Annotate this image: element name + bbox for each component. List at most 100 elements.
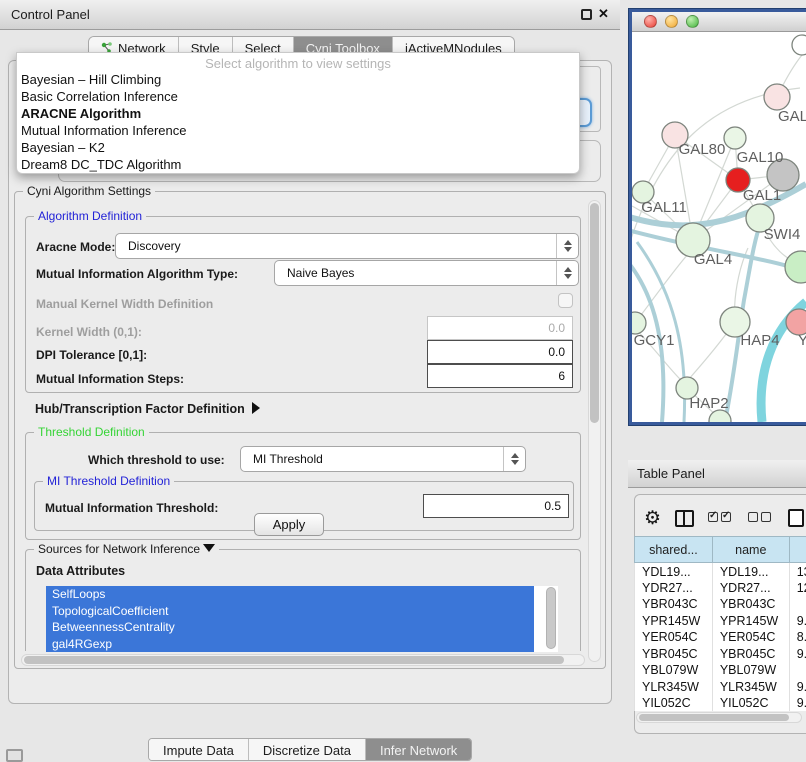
mi-steps-label: Mutual Information Steps:: [36, 372, 184, 386]
network-canvas[interactable]: GALGAL80GAL10GAL1GAL11SWI4GAL4GCY1HAP4YH…: [632, 32, 806, 422]
algorithm-option[interactable]: Bayesian – Hill Climbing: [17, 71, 579, 88]
network-node[interactable]: [792, 35, 806, 55]
algorithm-option[interactable]: ARACNE Algorithm: [17, 105, 579, 122]
unchecked-pair-icon[interactable]: [748, 509, 774, 527]
close-icon[interactable]: ✕: [598, 6, 609, 22]
manual-kernel-width-label: Manual Kernel Width Definition: [36, 297, 213, 311]
table-panel-toolbar: ⚙: [644, 504, 804, 532]
network-node[interactable]: [724, 127, 746, 149]
network-node[interactable]: [632, 312, 646, 334]
network-node-label: HAP2: [689, 395, 728, 412]
checked-pair-icon[interactable]: [708, 509, 734, 527]
sources-group-title[interactable]: Sources for Network Inference: [34, 542, 219, 556]
table-row[interactable]: YPR145WYPR145W9.: [635, 612, 806, 629]
algorithm-definition-title: Algorithm Definition: [34, 209, 146, 223]
table-row[interactable]: YBR045CYBR045C9.: [635, 645, 806, 662]
table-row[interactable]: YLR345WYLR345W9.: [635, 678, 806, 695]
algorithm-option[interactable]: Bayesian – K2: [17, 139, 579, 156]
table-cell: YIL052C: [712, 695, 789, 712]
network-node-label: GAL10: [737, 149, 784, 166]
node-attribute-table: shared...name YDL19...YDL19...13YDR27...…: [634, 536, 806, 711]
zoom-traffic-light-icon[interactable]: [686, 15, 699, 28]
table-cell: YDR27...: [712, 579, 789, 596]
table-row[interactable]: YDL19...YDL19...13: [635, 563, 806, 580]
table-cell: 8.: [789, 629, 806, 646]
document-icon[interactable]: [788, 509, 804, 527]
bottom-tab-discretize-data[interactable]: Discretize Data: [249, 739, 366, 760]
algorithm-option[interactable]: Basic Correlation Inference: [17, 88, 579, 105]
attribute-item-selected[interactable]: gal4RGexp: [46, 636, 534, 653]
attribute-item-selected[interactable]: TopologicalCoefficient: [46, 603, 534, 620]
algorithm-dropdown-popup: Select algorithm to view settings Bayesi…: [16, 52, 580, 174]
column-layout-icon[interactable]: [675, 510, 694, 527]
collapsed-arrow-icon[interactable]: [252, 402, 260, 414]
algorithm-definition-group: Algorithm Definition Aracne Mode: Discov…: [25, 216, 581, 393]
table-row[interactable]: YBL079WYBL079W: [635, 662, 806, 679]
table-cell: [789, 662, 806, 679]
mi-threshold-input[interactable]: 0.5: [423, 494, 569, 518]
manual-kernel-width-checkbox[interactable]: [558, 293, 573, 308]
mi-algorithm-type-select[interactable]: Naive Bayes: [274, 260, 579, 286]
float-window-icon[interactable]: [581, 9, 592, 20]
table-cell: 12: [789, 579, 806, 596]
table-cell: YBR043C: [712, 596, 789, 613]
table-cell: YIL052C: [635, 695, 713, 712]
control-panel-title: Control Panel: [11, 7, 90, 22]
algorithm-dropdown-placeholder: Select algorithm to view settings: [17, 53, 579, 71]
which-threshold-label: Which threshold to use:: [88, 453, 225, 467]
threshold-definition-title: Threshold Definition: [34, 425, 149, 439]
table-row[interactable]: YBR043CYBR043C: [635, 596, 806, 613]
table-cell: YLR345W: [712, 678, 789, 695]
table-row[interactable]: YIL052CYIL052C9.: [635, 695, 806, 712]
table-cell: 9.: [789, 678, 806, 695]
column-header[interactable]: [789, 537, 806, 563]
dpi-tolerance-input[interactable]: 0.0: [427, 340, 573, 364]
algorithm-option[interactable]: Dream8 DC_TDC Algorithm: [17, 156, 579, 173]
column-header[interactable]: name: [712, 537, 789, 563]
bottom-tab-infer-network[interactable]: Infer Network: [366, 739, 471, 760]
table-row[interactable]: YER054CYER054C8.: [635, 629, 806, 646]
hub-factor-definition-label[interactable]: Hub/Transcription Factor Definition: [35, 402, 260, 416]
column-header[interactable]: shared...: [635, 537, 713, 563]
table-cell: YBL079W: [712, 662, 789, 679]
attribute-item-selected[interactable]: BetweennessCentrality: [46, 619, 534, 636]
network-node[interactable]: [764, 84, 790, 110]
which-threshold-select[interactable]: MI Threshold: [240, 446, 526, 472]
network-node-label: GAL1: [743, 187, 781, 204]
minimized-panel-icon[interactable]: [6, 749, 23, 762]
table-cell: YER054C: [712, 629, 789, 646]
table-cell: YPR145W: [712, 612, 789, 629]
stepper-arrows-icon: [503, 447, 525, 471]
table-cell: YDL19...: [712, 563, 789, 580]
attribute-item-selected[interactable]: SelfLoops: [46, 586, 534, 603]
bottom-tab-impute-data[interactable]: Impute Data: [149, 739, 249, 760]
table-cell: YLR345W: [635, 678, 713, 695]
algorithm-option[interactable]: Mutual Information Inference: [17, 122, 579, 139]
kernel-width-input[interactable]: 0.0: [427, 316, 573, 340]
mi-algorithm-type-label: Mutual Information Algorithm Type:: [36, 267, 238, 281]
settings-horizontal-scrollbar[interactable]: [21, 654, 585, 666]
apply-button[interactable]: Apply: [254, 513, 324, 536]
minimize-traffic-light-icon[interactable]: [665, 15, 678, 28]
table-cell: YDR27...: [635, 579, 713, 596]
dpi-tolerance-label: DPI Tolerance [0,1]:: [36, 348, 147, 362]
table-cell: YBL079W: [635, 662, 713, 679]
network-window-titlebar[interactable]: [632, 12, 806, 32]
close-traffic-light-icon[interactable]: [644, 15, 657, 28]
sources-group: Sources for Network Inference Data Attri…: [25, 549, 581, 651]
expanded-arrow-icon[interactable]: [203, 544, 215, 552]
gear-icon[interactable]: ⚙: [644, 509, 661, 528]
network-node[interactable]: [785, 251, 806, 283]
mi-steps-input[interactable]: 6: [427, 364, 573, 388]
cyni-algorithm-settings-group: Cyni Algorithm Settings Algorithm Defini…: [14, 191, 606, 669]
network-node-label: GAL4: [694, 251, 732, 268]
aracne-mode-select[interactable]: Discovery: [115, 233, 579, 259]
data-attributes-list[interactable]: SelfLoopsTopologicalCoefficientBetweenne…: [46, 586, 558, 652]
table-row[interactable]: YDR27...YDR27...12: [635, 579, 806, 596]
attributes-scrollbar[interactable]: [546, 587, 556, 649]
table-horizontal-scrollbar[interactable]: [636, 712, 802, 723]
settings-vertical-scrollbar[interactable]: [588, 200, 601, 662]
table-cell: 9.: [789, 645, 806, 662]
network-node-label: GCY1: [634, 332, 675, 349]
network-node-label: SWI4: [764, 226, 801, 243]
